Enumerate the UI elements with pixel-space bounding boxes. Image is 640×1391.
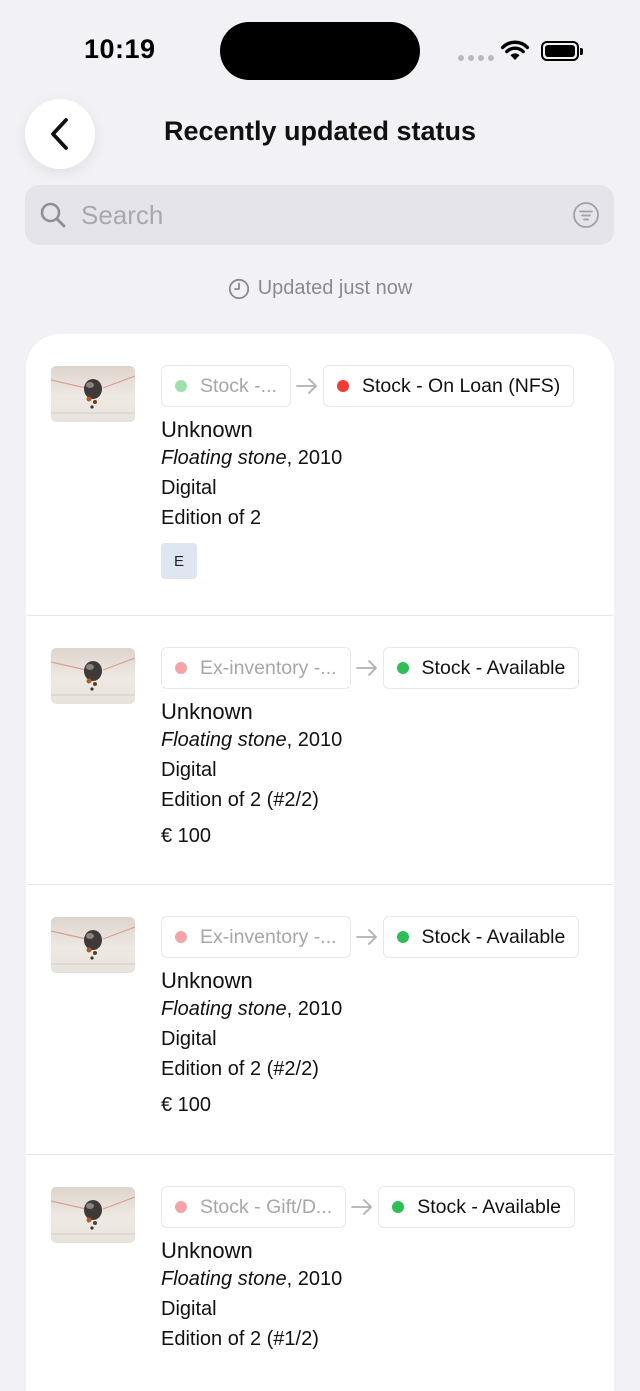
artwork-medium: Digital (161, 1028, 217, 1050)
artist-name: Unknown (161, 1238, 253, 1263)
artwork-title: Floating stone (161, 998, 287, 1020)
status-dot (396, 931, 409, 943)
filter-icon[interactable] (572, 201, 600, 229)
from-status-label: Ex-inventory -... (200, 925, 337, 948)
artwork-year: , 2010 (286, 998, 343, 1020)
artwork-edition: Edition of 2 (#1/2) (161, 1328, 319, 1350)
to-status-label: Stock - Available (421, 925, 566, 948)
artwork-price: € 100 (161, 1094, 212, 1116)
artist-name: Unknown (161, 699, 253, 724)
artwork-medium: Digital (161, 1298, 217, 1320)
to-status-pill: Stock - Available (378, 1186, 575, 1228)
from-status-label: Ex-inventory -... (200, 656, 337, 679)
updated-indicator: Updated just now (0, 277, 640, 300)
artwork-year: , 2010 (286, 729, 343, 751)
from-status-pill: Stock - Gift/D... (161, 1186, 347, 1228)
status-dot (392, 1201, 405, 1213)
arrow-right-icon (351, 1199, 373, 1215)
dynamic-island (220, 22, 420, 80)
artwork-title-line: Floating stone, 2010 (161, 725, 579, 755)
artwork-edition: Edition of 2 (161, 507, 262, 529)
battery-icon (541, 41, 583, 61)
artwork-thumbnail (51, 648, 135, 704)
to-status-pill: Stock - Available (382, 916, 580, 958)
artwork-thumbnail (51, 917, 135, 973)
to-status-label: Stock - Available (421, 656, 566, 679)
status-dot (175, 931, 187, 943)
status-time: 10:19 (84, 34, 156, 64)
search-input[interactable] (81, 199, 572, 231)
page-title: Recently updated status (163, 116, 477, 146)
status-bar: 10:19 (0, 0, 640, 100)
list-item[interactable]: Stock - Gift/D... Stock - Available Unkn… (26, 1155, 614, 1391)
search-bar[interactable] (25, 185, 614, 245)
from-status-pill: Ex-inventory -... (161, 916, 351, 958)
status-dot (175, 662, 187, 674)
arrow-right-icon (355, 660, 378, 676)
artwork-price: € 100 (161, 825, 212, 847)
status-dot (336, 380, 349, 392)
to-status-label: Stock - Available (417, 1195, 561, 1218)
list-item[interactable]: Ex-inventory -... Stock - Available Unkn… (26, 885, 614, 1155)
artist-name: Unknown (161, 968, 253, 993)
search-icon (40, 202, 66, 228)
artwork-edition: Edition of 2 (#2/2) (161, 1058, 319, 1080)
artwork-medium: Digital (161, 759, 217, 781)
cellular-signal-icon (458, 55, 494, 61)
edition-badge: E (161, 543, 197, 579)
artwork-year: , 2010 (286, 1268, 343, 1290)
artwork-medium: Digital (161, 477, 217, 499)
artwork-thumbnail (51, 1187, 135, 1243)
from-status-pill: Ex-inventory -... (161, 647, 351, 689)
arrow-right-icon (355, 929, 378, 945)
artwork-year: , 2010 (286, 447, 343, 469)
from-status-pill: Stock -... (161, 365, 291, 407)
status-dot (396, 662, 409, 674)
from-status-label: Stock -... (200, 374, 277, 397)
artwork-title-line: Floating stone, 2010 (161, 1264, 575, 1294)
from-status-label: Stock - Gift/D... (200, 1195, 333, 1218)
to-status-label: Stock - On Loan (NFS) (361, 374, 561, 397)
status-list-card: Stock -... Stock - On Loan (NFS) Unknown… (26, 334, 614, 1391)
arrow-right-icon (296, 378, 318, 394)
artwork-thumbnail (51, 366, 135, 422)
artwork-title-line: Floating stone, 2010 (161, 443, 574, 473)
list-item[interactable]: Stock -... Stock - On Loan (NFS) Unknown… (26, 334, 614, 616)
list-item[interactable]: Ex-inventory -... Stock - Available Unkn… (26, 616, 614, 885)
artwork-title-line: Floating stone, 2010 (161, 994, 579, 1024)
artwork-edition: Edition of 2 (#2/2) (161, 789, 319, 811)
artist-name: Unknown (161, 417, 253, 442)
to-status-pill: Stock - Available (382, 647, 580, 689)
artwork-title: Floating stone (161, 729, 287, 751)
clock-icon (228, 278, 249, 299)
to-status-pill: Stock - On Loan (NFS) (322, 365, 575, 407)
artwork-title: Floating stone (161, 1268, 287, 1290)
wifi-icon (500, 40, 530, 67)
status-dot (175, 1201, 187, 1213)
status-dot (175, 380, 187, 392)
updated-text: Updated just now (257, 277, 413, 299)
artwork-title: Floating stone (161, 447, 287, 469)
